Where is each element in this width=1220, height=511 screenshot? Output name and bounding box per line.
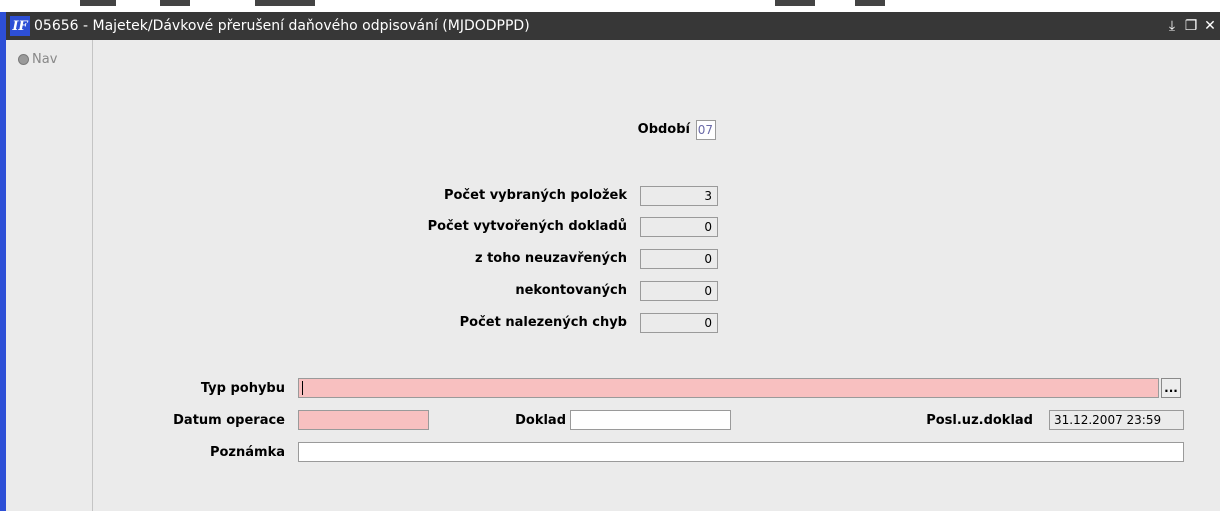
background-fragment (775, 0, 815, 6)
unposted-count: 0 (640, 281, 718, 301)
close-icon[interactable]: ✕ (1202, 17, 1218, 35)
title-bar[interactable]: IF 05656 - Majetek/Dávkové přerušení daň… (6, 12, 1220, 40)
last-document-label: Posl.uz.doklad (926, 413, 1033, 428)
note-field[interactable] (298, 442, 1184, 462)
form-window: IF 05656 - Majetek/Dávkové přerušení daň… (6, 12, 1220, 511)
nav-panel: Nav (6, 40, 93, 511)
selected-items-label: Počet vybraných položek (443, 188, 627, 203)
errors-found-label: Počet nalezených chyb (459, 315, 627, 330)
background-fragment (855, 0, 885, 6)
window-title: 05656 - Majetek/Dávkové přerušení daňové… (34, 18, 530, 34)
minimize-icon[interactable]: ⤓ (1164, 17, 1180, 35)
radio-icon (18, 54, 29, 65)
document-label: Doklad (515, 413, 566, 428)
selected-items-count: 3 (640, 186, 718, 206)
background-fragment (160, 0, 190, 6)
movement-type-field[interactable] (298, 378, 1159, 398)
background-fragment (255, 0, 315, 6)
text-cursor (302, 381, 303, 395)
created-documents-count: 0 (640, 217, 718, 237)
period-label: Období (637, 122, 690, 137)
unposted-label: nekontovaných (515, 283, 627, 298)
restore-icon[interactable]: ❐ (1183, 17, 1199, 35)
movement-type-label: Typ pohybu (200, 381, 285, 396)
unclosed-label: z toho neuzavřených (474, 251, 627, 266)
last-document-field: 31.12.2007 23:59 (1049, 410, 1184, 430)
document-field[interactable] (570, 410, 731, 430)
operation-date-label: Datum operace (173, 413, 285, 428)
app-logo-icon: IF (10, 16, 30, 36)
period-field[interactable]: 07 (696, 120, 716, 140)
operation-date-field[interactable] (298, 410, 429, 430)
lookup-button[interactable]: ... (1161, 378, 1181, 398)
nav-label: Nav (32, 52, 58, 67)
note-label: Poznámka (209, 445, 285, 460)
nav-radio-option[interactable]: Nav (18, 52, 57, 67)
window-controls: ⤓ ❐ ✕ (1164, 12, 1220, 40)
unclosed-count: 0 (640, 249, 718, 269)
background-fragment (80, 0, 116, 6)
errors-found-count: 0 (640, 313, 718, 333)
created-documents-label: Počet vytvořených dokladů (427, 219, 627, 234)
